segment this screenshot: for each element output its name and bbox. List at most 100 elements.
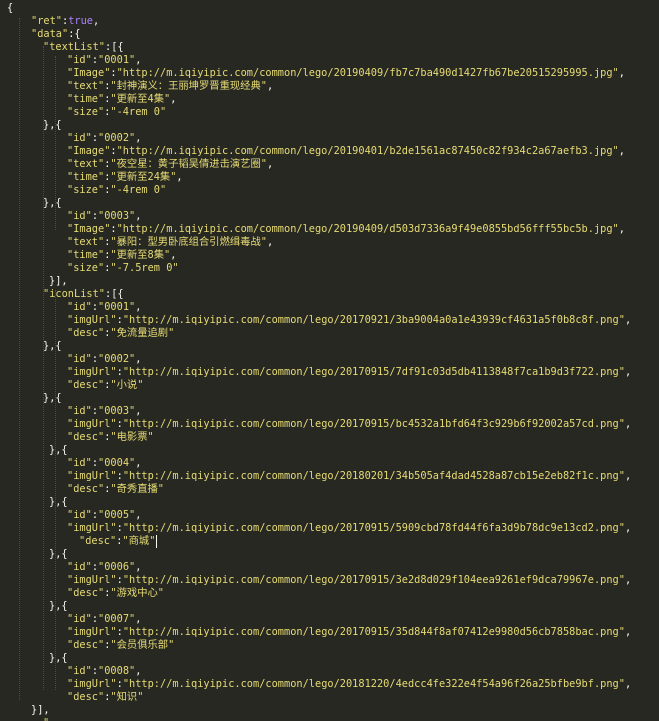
code-token: "0002" [98, 132, 136, 144]
code-line[interactable]: },{ [43, 392, 62, 405]
code-line[interactable]: "desc":"游戏中心" [67, 587, 164, 600]
code-token: , [135, 665, 142, 677]
code-line[interactable]: "desc":"商城" [79, 535, 155, 548]
code-token: },{ [49, 652, 68, 664]
code-line[interactable]: "imgUrl":"http://m.iqiyipic.com/common/l… [67, 626, 631, 639]
code-line[interactable]: "time":"更新至8集", [67, 249, 176, 262]
code-line[interactable]: },{ [49, 600, 68, 613]
code-line[interactable]: "time":"更新至4集", [67, 93, 176, 106]
code-token: "desc" [67, 691, 105, 703]
code-line[interactable]: },{ [49, 444, 68, 457]
code-line[interactable]: "imgUrl":"http://m.iqiyipic.com/common/l… [67, 314, 631, 327]
code-line[interactable]: "id":"0006", [67, 561, 141, 574]
code-line[interactable]: "size":"-4rem 0" [67, 184, 166, 197]
code-token: "id" [67, 509, 92, 521]
code-line[interactable]: "id":"0002", [67, 353, 141, 366]
code-token: , [135, 132, 142, 144]
code-token: "0006" [98, 561, 136, 573]
code-line[interactable]: "size":"-7.5rem 0" [67, 262, 179, 275]
code-token: "http://m.iqiyipic.com/common/lego/20180… [122, 470, 625, 482]
code-token: "desc" [67, 639, 105, 651]
code-token: "0003" [98, 405, 136, 417]
code-line[interactable]: },{ [49, 548, 68, 561]
code-token: , [135, 54, 142, 66]
code-line[interactable]: "id":"0007", [67, 613, 141, 626]
code-token: },{ [49, 496, 68, 508]
code-token: }], [49, 275, 68, 287]
code-editor[interactable]: {"ret":true, "data":{"textList":[{"id":"0… [0, 0, 659, 721]
code-token: "Image" [67, 67, 111, 79]
code-line[interactable]: "imgUrl":"http://m.iqiyipic.com/common/l… [67, 470, 631, 483]
code-token: , [170, 93, 177, 105]
code-line[interactable]: "imgUrl":"http://m.iqiyipic.com/common/l… [67, 418, 631, 431]
code-token: "data" [31, 28, 69, 40]
code-line[interactable]: "desc":"奇秀直播" [67, 483, 164, 496]
code-token: "0008" [98, 665, 136, 677]
code-line[interactable]: "desc":"电影票" [67, 431, 154, 444]
indent-guide [43, 46, 44, 690]
code-line[interactable]: "Image":"http://m.iqiyipic.com/common/le… [67, 67, 625, 80]
code-token: "会员俱乐部" [110, 639, 175, 651]
code-line[interactable]: { [7, 2, 13, 15]
code-token: "time" [67, 171, 105, 183]
code-line[interactable]: }], [31, 704, 50, 717]
code-line[interactable]: "id":"0005", [67, 509, 141, 522]
code-token: , [266, 236, 274, 248]
code-token: "desc" [67, 431, 105, 443]
code-line[interactable]: "id":"0001", [67, 54, 141, 67]
code-token: "-7.5rem 0" [110, 262, 179, 274]
code-token: "id" [67, 457, 92, 469]
code-line[interactable]: "id":"0008", [67, 665, 141, 678]
code-line[interactable]: "id":"0004", [67, 457, 141, 470]
code-line[interactable]: "imgUrl":"http://m.iqiyipic.com/common/l… [67, 522, 631, 535]
code-line[interactable]: "ret":true, [31, 15, 99, 28]
code-token: "imgUrl" [67, 314, 117, 326]
code-line[interactable]: "desc":"会员俱乐部" [67, 639, 174, 652]
code-line[interactable]: },{ [43, 197, 62, 210]
code-line[interactable]: "desc":"小说" [67, 379, 143, 392]
code-token: "暴阳：型男卧底组合引燃缉毒战" [110, 236, 267, 248]
code-line[interactable]: },{ [43, 340, 62, 353]
code-token: { [7, 2, 14, 14]
code-line[interactable]: }], [49, 275, 68, 288]
code-token: },{ [49, 548, 68, 560]
code-line[interactable]: "text":"封神演义：王丽坤罗晋重现经典", [67, 80, 273, 93]
code-token: , [618, 67, 625, 79]
code-token: "http://m.iqiyipic.com/common/lego/20190… [116, 67, 619, 79]
code-line[interactable]: "imgUrl":"http://m.iqiyipic.com/common/l… [67, 678, 631, 691]
code-token: },{ [43, 119, 62, 131]
code-token: "0002" [98, 353, 136, 365]
code-token: "-4rem 0" [110, 184, 167, 196]
code-line[interactable]: "textList":[{ [43, 41, 124, 54]
code-token: },{ [49, 600, 68, 612]
code-line[interactable]: "id":"0001", [67, 301, 141, 314]
code-line[interactable]: "desc":"免流量追剧" [67, 327, 174, 340]
code-line[interactable]: " [43, 717, 49, 721]
code-token: , [135, 301, 142, 313]
code-token: "id" [67, 561, 92, 573]
code-line[interactable]: "text":"夜空星：黄子韬吴倩进击演艺圈", [67, 158, 273, 171]
indent-guide [55, 290, 56, 690]
code-token: "ret" [31, 15, 62, 27]
code-line[interactable]: "text":"暴阳：型男卧底组合引燃缉毒战", [67, 236, 273, 249]
code-line[interactable]: "data":{ [31, 28, 81, 41]
code-line[interactable]: "time":"更新至24集", [67, 171, 183, 184]
indent-guide [55, 56, 56, 230]
code-token: , [135, 457, 142, 469]
code-line[interactable]: },{ [49, 652, 68, 665]
code-token: , [176, 171, 183, 183]
code-line[interactable]: "Image":"http://m.iqiyipic.com/common/le… [67, 145, 625, 158]
code-line[interactable]: "size":"-4rem 0" [67, 106, 166, 119]
code-line[interactable]: },{ [43, 119, 62, 132]
code-line[interactable]: "Image":"http://m.iqiyipic.com/common/le… [67, 223, 625, 236]
code-token: },{ [49, 444, 68, 456]
code-line[interactable]: "id":"0003", [67, 405, 141, 418]
code-line[interactable]: "id":"0002", [67, 132, 141, 145]
code-line[interactable]: "imgUrl":"http://m.iqiyipic.com/common/l… [67, 366, 631, 379]
code-token: "imgUrl" [67, 470, 117, 482]
code-line[interactable]: },{ [49, 496, 68, 509]
code-line[interactable]: "imgUrl":"http://m.iqiyipic.com/common/l… [67, 574, 631, 587]
code-line[interactable]: "id":"0003", [67, 210, 141, 223]
code-token: , [135, 509, 142, 521]
code-line[interactable]: "desc":"知识" [67, 691, 143, 704]
